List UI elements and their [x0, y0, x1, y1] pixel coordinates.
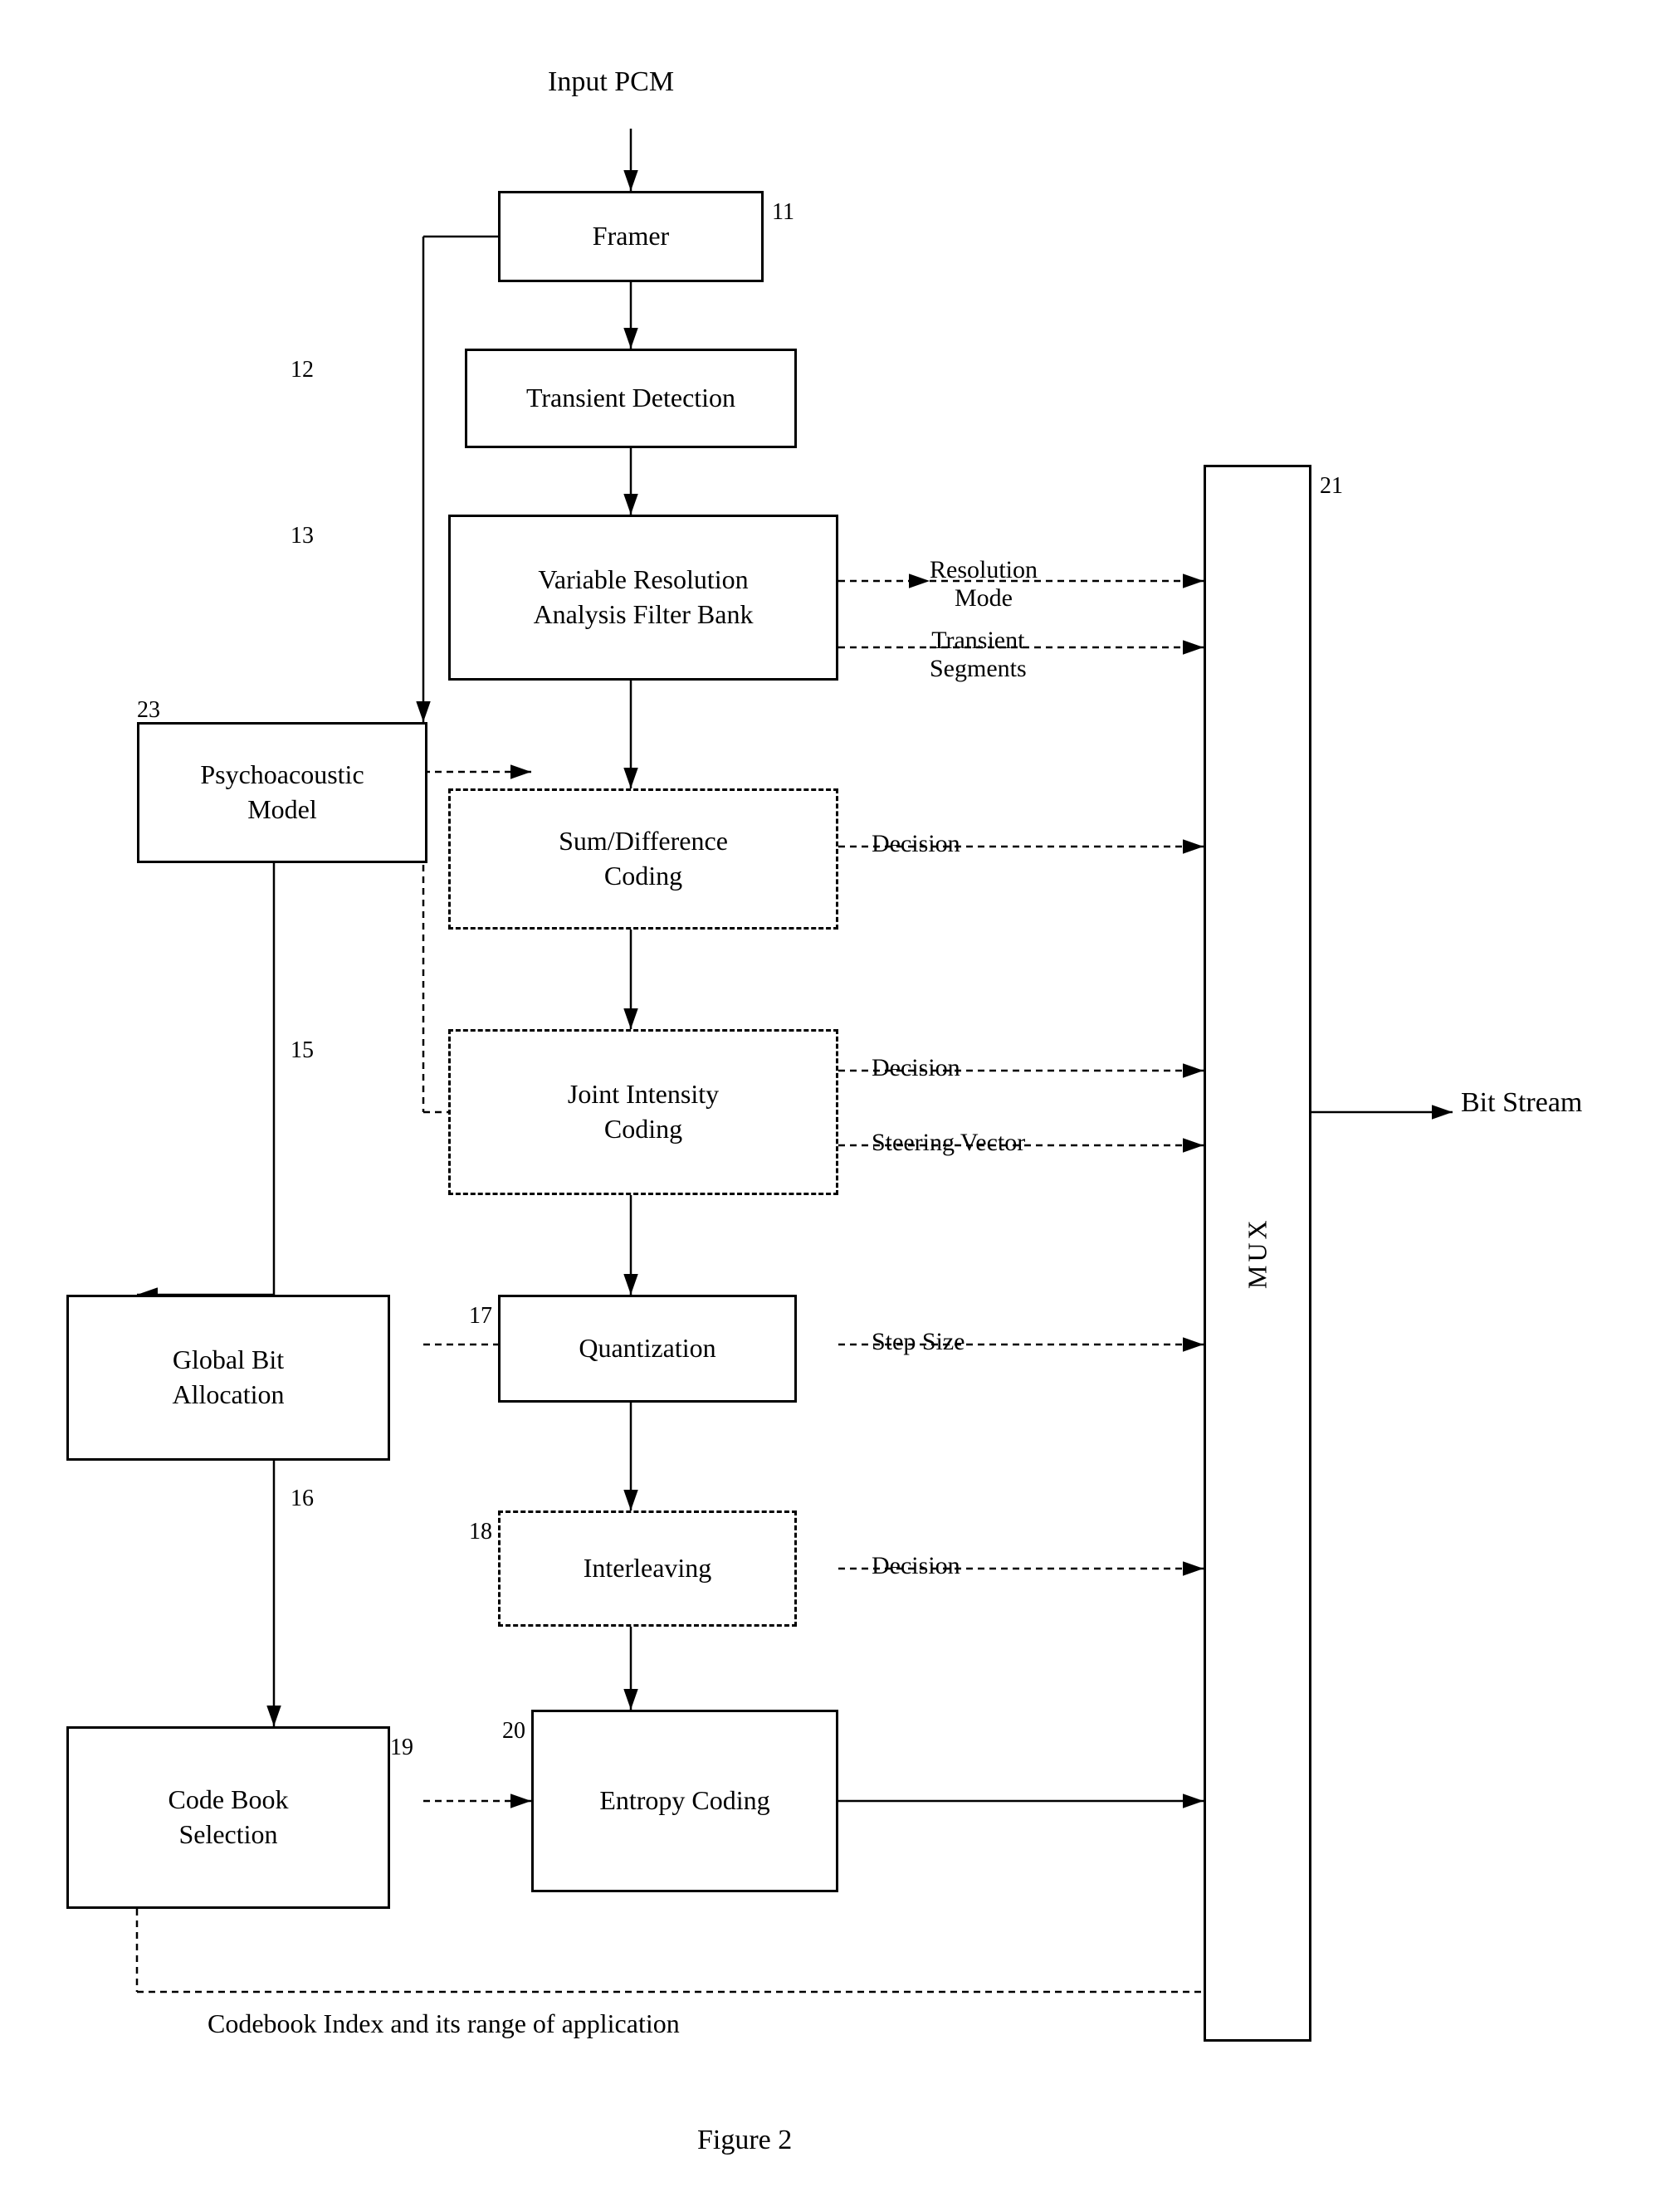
diagram: Input PCM Framer 11 Transient Detection …: [0, 0, 1680, 2201]
sum-difference-label: Sum/Difference Coding: [559, 824, 728, 893]
decision3-label: Decision: [872, 1552, 960, 1580]
framer-box: Framer: [498, 191, 764, 282]
entropy-coding-label: Entropy Coding: [599, 1784, 769, 1818]
transient-detection-box: Transient Detection: [465, 349, 797, 448]
code-book-box: Code Book Selection: [66, 1726, 390, 1909]
label-23: 23: [137, 697, 160, 724]
psychoacoustic-box: Psychoacoustic Model: [137, 722, 427, 863]
mux-box: MUX: [1204, 465, 1311, 2042]
resolution-mode-label: Resolution Mode: [930, 556, 1038, 612]
input-pcm-label: Input PCM: [548, 66, 674, 98]
interleaving-box: Interleaving: [498, 1510, 797, 1627]
codebook-index-label: Codebook Index and its range of applicat…: [208, 2008, 680, 2039]
transient-segments-label: Transient Segments: [930, 627, 1027, 683]
label-16: 16: [291, 1486, 314, 1512]
code-book-label: Code Book Selection: [168, 1783, 289, 1852]
label-21: 21: [1320, 473, 1343, 500]
steering-vector-label: Steering Vector: [872, 1129, 1025, 1157]
label-19: 19: [390, 1735, 413, 1761]
figure-label: Figure 2: [697, 2125, 792, 2156]
joint-intensity-box: Joint Intensity Coding: [448, 1029, 838, 1195]
label-15: 15: [291, 1037, 314, 1064]
step-size-label: Step Size: [872, 1328, 965, 1356]
decision2-label: Decision: [872, 1054, 960, 1082]
global-bit-box: Global Bit Allocation: [66, 1295, 390, 1461]
joint-intensity-label: Joint Intensity Coding: [568, 1077, 719, 1146]
label-11: 11: [772, 199, 794, 226]
label-13: 13: [291, 523, 314, 549]
variable-resolution-box: Variable Resolution Analysis Filter Bank: [448, 515, 838, 681]
quantization-box: Quantization: [498, 1295, 797, 1403]
psychoacoustic-label: Psychoacoustic Model: [200, 758, 364, 827]
label-17: 17: [469, 1303, 492, 1330]
entropy-coding-box: Entropy Coding: [531, 1710, 838, 1892]
decision1-label: Decision: [872, 830, 960, 858]
label-20: 20: [502, 1718, 525, 1745]
label-12: 12: [291, 357, 314, 383]
variable-resolution-label: Variable Resolution Analysis Filter Bank: [534, 563, 754, 632]
label-18: 18: [469, 1519, 492, 1545]
bit-stream-label: Bit Stream: [1461, 1087, 1582, 1119]
sum-difference-box: Sum/Difference Coding: [448, 788, 838, 930]
global-bit-label: Global Bit Allocation: [172, 1343, 284, 1412]
